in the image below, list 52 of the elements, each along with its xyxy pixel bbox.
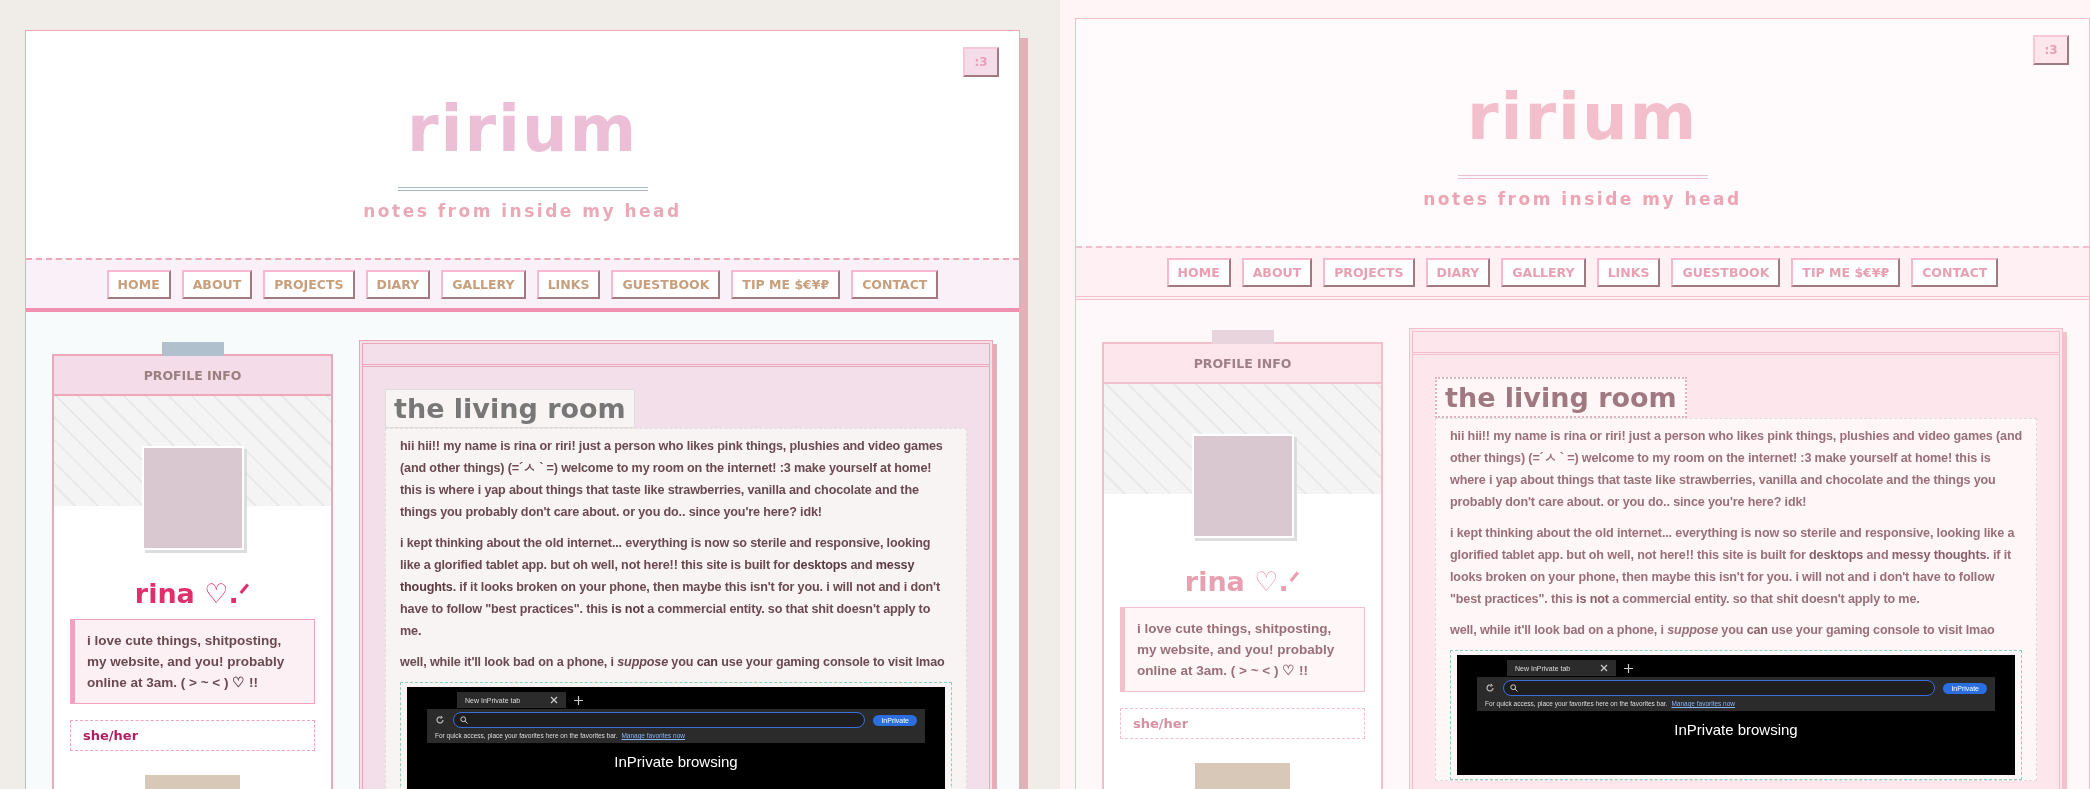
nav-link[interactable]: TIP ME $€¥₽ — [731, 269, 841, 299]
nav-link[interactable]: HOME — [106, 269, 171, 299]
section-title: the living room — [385, 389, 635, 428]
profile-heading: PROFILE INFO — [1104, 344, 1381, 384]
browser-heading: InPrivate browsing — [614, 753, 738, 770]
refresh-icon — [1485, 683, 1495, 693]
search-icon — [1510, 684, 1518, 692]
tape-decoration — [162, 342, 224, 356]
profile-name: rina ♡.ᐟ — [134, 578, 251, 609]
search-icon — [460, 716, 468, 724]
nav-link[interactable]: HOME — [1166, 257, 1231, 287]
plus-icon — [1624, 663, 1634, 673]
nav-link[interactable]: CONTACT — [1911, 257, 1999, 287]
section-title: the living room — [1435, 377, 1687, 418]
paragraph: i kept thinking about the old internet... everything is now so sterile and responsive, looking like a glorified tablet app. but oh well, not here!! this site is built for desktops and messy thoughts. if it looks broken on your phone, then maybe this isn't for you. i will not and i don't have to follow "best practices". this is not a commercial entity. so that shit doesn't apply to me. — [400, 535, 941, 640]
nav-link[interactable]: PROJECTS — [1323, 257, 1415, 287]
site-subtitle: notes from inside my head — [1423, 189, 1742, 209]
profile-bio: i love cute things, shitposting, my website, and you! probably online at 3am. ( > ~ < ) ♡ !! — [70, 619, 315, 704]
nav-link[interactable]: LINKS — [536, 269, 601, 299]
profile-bio: i love cute things, shitposting, my website, and you! probably online at 3am. ( > ~ < ) ♡ !! — [1120, 607, 1365, 692]
paragraph: well, while it'll look bad on a phone, i suppose you can use your gaming console to visit lmao — [400, 654, 946, 671]
nav-link[interactable]: GUESTBOOK — [611, 269, 721, 299]
nav-link[interactable]: CONTACT — [851, 269, 939, 299]
profile-name: rina ♡.ᐟ — [1184, 566, 1301, 597]
pronouns-label: she/her — [1120, 708, 1365, 739]
pronouns-label: she/her — [70, 720, 315, 751]
site-title: ririum — [1466, 79, 1699, 156]
tape-decoration — [1212, 330, 1274, 344]
nav-link[interactable]: PROJECTS — [263, 269, 355, 299]
nav-link[interactable]: ABOUT — [181, 269, 253, 299]
plus-icon — [574, 695, 584, 705]
close-icon — [550, 696, 559, 704]
profile-heading: PROFILE INFO — [54, 356, 331, 396]
nav-link[interactable]: GUESTBOOK — [1671, 257, 1781, 287]
paragraph: i kept thinking about the old internet... everything is now so sterile and responsive, looking like a glorified tablet app. but oh well, not here!! this site is built for desktops and messy thoughts. if it looks broken on your phone, then maybe this isn't for you. i will not and i don't have to follow "best practices". this is not a commercial entity. so that shit doesn't apply to me. — [1450, 525, 2016, 608]
nav-link[interactable]: GALLERY — [1501, 257, 1586, 287]
refresh-icon — [435, 715, 445, 725]
badge-button[interactable]: :3 — [963, 47, 999, 77]
nav-link[interactable]: LINKS — [1596, 257, 1661, 287]
badge-button[interactable]: :3 — [2033, 35, 2069, 65]
browser-heading: InPrivate browsing — [1674, 721, 1798, 738]
close-icon — [1600, 664, 1609, 672]
site-subtitle: notes from inside my head — [363, 201, 682, 221]
paragraph: hii hii!! my name is rina or riri! just a person who likes pink things, plushies and video games (and other things) (=´ㅅ ` =) welcome to my room on the internet! :3 make yourself at home! this is where i yap about things that taste like strawberries, vanilla and chocolate and the things you probably don't care about. or you do.. since you're here? idk! — [400, 438, 944, 521]
nav-link[interactable]: ABOUT — [1241, 257, 1313, 287]
site-title: ririum — [406, 91, 639, 168]
paragraph: well, while it'll look bad on a phone, i suppose you can use your gaming console to visit lmao — [1450, 622, 1996, 639]
nav-link[interactable]: DIARY — [365, 269, 431, 299]
nav-link[interactable]: GALLERY — [441, 269, 526, 299]
paragraph: hii hii!! my name is rina or riri! just a person who likes pink things, plushies and video games (and other things) (=´ㅅ ` =) welcome to my room on the internet! :3 make yourself at home! this is where i yap about things that taste like strawberries, vanilla and chocolate and the things you probably don't care about. or you do.. since you're here? idk! — [1450, 428, 2022, 511]
nav-link[interactable]: DIARY — [1425, 257, 1491, 287]
nav-link[interactable]: TIP ME $€¥₽ — [1791, 257, 1901, 287]
